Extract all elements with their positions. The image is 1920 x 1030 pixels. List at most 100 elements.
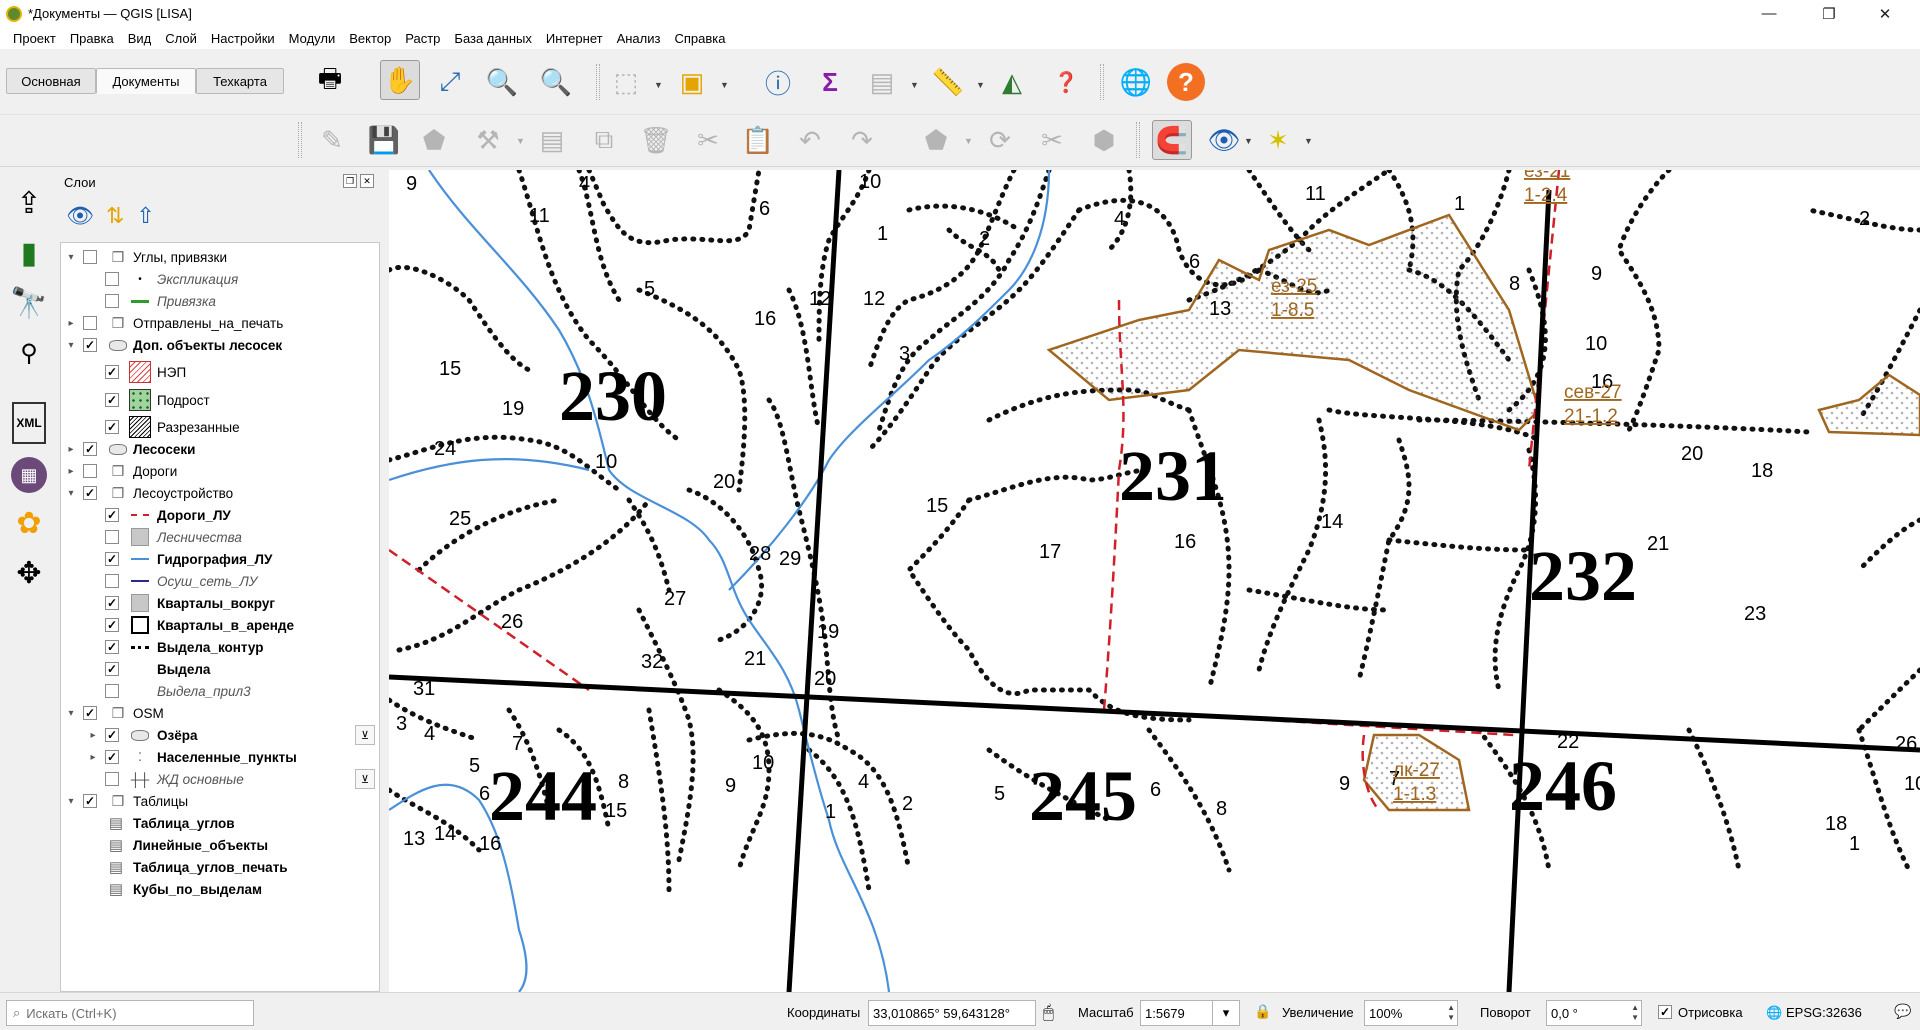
undo-icon[interactable]: ↶ bbox=[790, 120, 830, 160]
print-icon[interactable]: 🖶 bbox=[310, 62, 350, 102]
crs-button[interactable]: EPSG:32636 bbox=[1786, 1005, 1862, 1020]
menu-project[interactable]: Проект bbox=[6, 31, 63, 46]
expand-arrow-icon[interactable]: ▸ bbox=[65, 444, 77, 455]
zoom-previous-icon[interactable]: 🔍 bbox=[482, 62, 522, 102]
chevron-down-icon[interactable]: ▼ bbox=[1304, 136, 1313, 146]
menu-layer[interactable]: Слой bbox=[158, 31, 204, 46]
chevron-down-icon[interactable]: ▼ bbox=[1244, 136, 1253, 146]
expand-arrow-icon[interactable]: ▾ bbox=[65, 252, 77, 263]
coordinate-capture-icon[interactable]: ◭ bbox=[992, 62, 1032, 102]
close-panel-icon[interactable]: ✕ bbox=[360, 174, 374, 188]
menu-plugins[interactable]: Модули bbox=[282, 31, 343, 46]
layer-visibility-checkbox[interactable]: ✓ bbox=[83, 442, 97, 456]
expand-arrow-icon[interactable]: ▾ bbox=[65, 488, 77, 499]
layer-row[interactable]: ✓ Кварталы_в_аренде bbox=[61, 614, 379, 636]
menu-web[interactable]: Интернет bbox=[539, 31, 610, 46]
chevron-down-icon[interactable]: ▼ bbox=[516, 136, 525, 146]
menu-analysis[interactable]: Анализ bbox=[610, 31, 668, 46]
layer-row[interactable]: ✓ НЭП bbox=[61, 361, 379, 383]
expand-arrow-icon[interactable]: ▾ bbox=[65, 708, 77, 719]
layer-row[interactable]: ▾ ✓ ❒ Таблицы bbox=[61, 790, 379, 812]
layer-row[interactable]: ▤ Кубы_по_выделам bbox=[61, 878, 379, 900]
map-svg[interactable]: 230231232244 245 246 9 411 6101 24611 1851612 1… bbox=[389, 170, 1920, 992]
filter-legend-icon[interactable]: ⇅ bbox=[106, 203, 124, 229]
tab-osnovnaya[interactable]: Основная bbox=[6, 68, 96, 94]
vertex-tool-icon[interactable]: ⚒ bbox=[468, 120, 508, 160]
layer-row[interactable]: ▾ ✓ ❒ Лесоустройство bbox=[61, 482, 379, 504]
layer-visibility-checkbox[interactable]: ✓ bbox=[83, 338, 97, 352]
binoculars-icon[interactable]: 🔭 bbox=[8, 282, 50, 324]
layer-visibility-checkbox[interactable]: ✓ bbox=[105, 596, 119, 610]
layer-row[interactable]: • Экспликация bbox=[61, 268, 379, 290]
layer-visibility-checkbox[interactable]: ✓ bbox=[83, 794, 97, 808]
expand-all-icon[interactable]: ⇧ bbox=[136, 203, 154, 229]
measure-ruler-icon[interactable]: 📏 bbox=[928, 62, 968, 102]
rotate-feature-icon[interactable]: ⟳ bbox=[980, 120, 1020, 160]
statistics-sigma-icon[interactable]: Σ bbox=[810, 62, 850, 102]
tracing-icon[interactable]: ✶ bbox=[1258, 120, 1298, 160]
save-edits-icon[interactable]: 💾 bbox=[364, 120, 404, 160]
filter-funnel-icon[interactable]: ⊻ bbox=[355, 769, 375, 789]
chevron-down-icon[interactable]: ▼ bbox=[976, 80, 985, 90]
chevron-down-icon[interactable]: ▼ bbox=[720, 80, 729, 90]
web-globe-icon[interactable]: 🌐 bbox=[1116, 62, 1156, 102]
map-book-icon[interactable]: ▮ bbox=[8, 232, 50, 274]
layer-row[interactable]: ✓ Выдела_контур bbox=[61, 636, 379, 658]
layer-visibility-checkbox[interactable] bbox=[83, 464, 97, 478]
layer-row[interactable]: Лесничества bbox=[61, 526, 379, 548]
zoom-next-icon[interactable]: 🔍 bbox=[536, 62, 576, 102]
maximize-button[interactable]: ❐ bbox=[1806, 0, 1852, 27]
expand-arrow-icon[interactable]: ▸ bbox=[65, 318, 77, 329]
locator-search-input[interactable]: ⌕ Искать (Ctrl+K) bbox=[6, 1000, 254, 1026]
chevron-down-icon[interactable]: ▼ bbox=[964, 136, 973, 146]
calculator-icon[interactable]: ▦ bbox=[8, 454, 50, 496]
layer-visibility-checkbox[interactable]: ✓ bbox=[105, 552, 119, 566]
messages-icon[interactable]: 💬 bbox=[1894, 1003, 1911, 1020]
rotation-spinbox[interactable]: 0,0 ° ▲ ▼ bbox=[1546, 1000, 1642, 1026]
layer-row[interactable]: ▸ ❒ Дороги bbox=[61, 460, 379, 482]
layer-row[interactable]: ✓ Подрост bbox=[61, 389, 379, 411]
minimize-button[interactable]: — bbox=[1746, 0, 1792, 27]
deselect-all-icon[interactable]: ▣ bbox=[672, 62, 712, 102]
layer-visibility-checkbox[interactable] bbox=[105, 772, 119, 786]
menu-database[interactable]: База данных bbox=[447, 31, 538, 46]
layer-row[interactable]: ▸ ✓ ⁚ Населенные_пункты bbox=[61, 746, 379, 768]
layer-visibility-checkbox[interactable]: ✓ bbox=[83, 706, 97, 720]
layer-visibility-checkbox[interactable]: ✓ bbox=[105, 420, 119, 434]
layer-visibility-checkbox[interactable] bbox=[83, 250, 97, 264]
expand-arrow-icon[interactable]: ▸ bbox=[65, 466, 77, 477]
cut-features-icon[interactable]: ✂ bbox=[688, 120, 728, 160]
pan-hand-icon[interactable]: ✋ bbox=[380, 60, 420, 100]
move-feature-icon[interactable]: ⬟ bbox=[916, 120, 956, 160]
crs-globe-icon[interactable]: 🌐 bbox=[1766, 1005, 1782, 1021]
layer-visibility-checkbox[interactable] bbox=[105, 294, 119, 308]
layer-visibility-checkbox[interactable]: ✓ bbox=[105, 750, 119, 764]
layer-visibility-eye-icon[interactable]: 👁 bbox=[66, 203, 94, 229]
layer-row[interactable]: ┼┼ ЖД основные ⊻ bbox=[61, 768, 379, 790]
upload-icon[interactable]: ⇪ bbox=[8, 182, 50, 224]
layer-visibility-checkbox[interactable]: ✓ bbox=[83, 486, 97, 500]
layer-row[interactable]: ▤ Таблица_углов_печать bbox=[61, 856, 379, 878]
coordinates-field[interactable]: 33,010865° 59,643128° bbox=[868, 1000, 1036, 1026]
layer-visibility-checkbox[interactable]: ✓ bbox=[105, 728, 119, 742]
menu-view[interactable]: Вид bbox=[121, 31, 159, 46]
layer-row[interactable]: ✓ Дороги_ЛУ bbox=[61, 504, 379, 526]
layer-row[interactable]: ▾ ✓ ❒ OSM bbox=[61, 702, 379, 724]
help-circle-icon[interactable]: ? bbox=[1166, 62, 1206, 102]
layer-visibility-checkbox[interactable] bbox=[105, 684, 119, 698]
modify-attributes-icon[interactable]: ▤ bbox=[532, 120, 572, 160]
split-features-icon[interactable]: ✂ bbox=[1032, 120, 1072, 160]
expand-arrow-icon[interactable]: ▸ bbox=[87, 752, 99, 763]
select-features-icon[interactable]: ⬚ bbox=[606, 62, 646, 102]
spin-arrows-icon[interactable]: ▲ ▼ bbox=[1447, 1003, 1455, 1023]
menu-vector[interactable]: Вектор bbox=[342, 31, 398, 46]
identify-features-icon[interactable]: ⓘ bbox=[758, 62, 798, 102]
snapping-magnet-icon[interactable]: 🧲 bbox=[1152, 120, 1192, 160]
layer-row[interactable]: ✓ Гидрография_ЛУ bbox=[61, 548, 379, 570]
layer-visibility-checkbox[interactable]: ✓ bbox=[105, 393, 119, 407]
route-pins-icon[interactable]: ⚲ bbox=[8, 332, 50, 374]
layer-row[interactable]: ▾ ❒ Углы, привязки bbox=[61, 246, 379, 268]
plant-hand-icon[interactable]: ✿ bbox=[8, 502, 50, 544]
layer-row[interactable]: ▤ Линейные_объекты bbox=[61, 834, 379, 856]
layer-row[interactable]: Привязка bbox=[61, 290, 379, 312]
